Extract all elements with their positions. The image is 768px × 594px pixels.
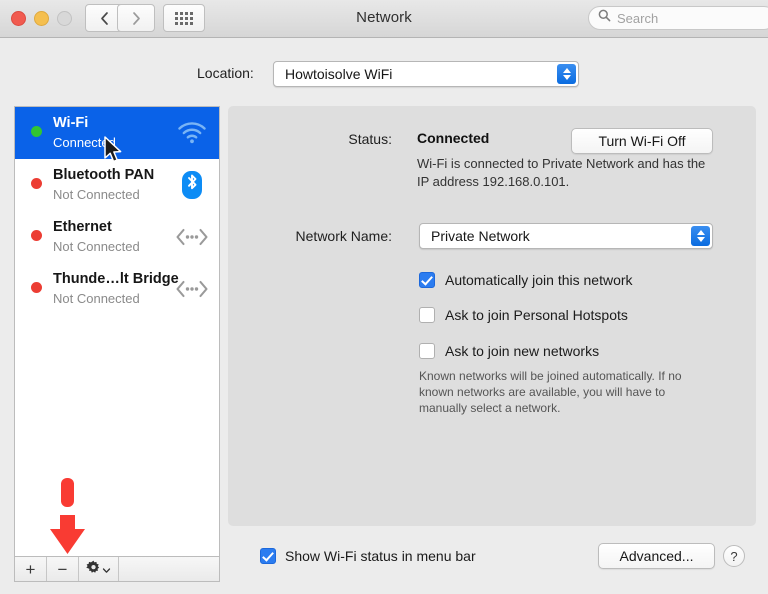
checkbox-box[interactable] [419, 343, 435, 359]
checkbox-box[interactable] [260, 548, 276, 564]
interface-actions-button[interactable] [79, 557, 119, 581]
help-button[interactable]: ? [723, 545, 745, 567]
status-dot [31, 178, 42, 189]
checkbox-box[interactable] [419, 307, 435, 323]
location-stepper-arrows-icon[interactable] [557, 64, 576, 84]
thunderbolt-icon [175, 272, 209, 306]
checkbox-show-wifi-status[interactable]: Show Wi-Fi status in menu bar [260, 548, 476, 564]
chevron-down-icon [102, 561, 111, 578]
status-dot [31, 230, 42, 241]
status-dot [31, 282, 42, 293]
interface-status: Not Connected [53, 187, 140, 202]
location-value: Howtoisolve WiFi [285, 66, 393, 82]
status-dot [31, 126, 42, 137]
network-name-stepper-arrows-icon[interactable] [691, 226, 710, 246]
interface-status: Not Connected [53, 291, 140, 306]
sidebar-item-wifi[interactable]: Wi-Fi Connected [15, 107, 219, 159]
checkbox-automatically-join[interactable]: Automatically join this network [419, 272, 633, 288]
location-dropdown[interactable]: Howtoisolve WiFi [273, 61, 579, 87]
sidebar-item-thunderbolt-bridge[interactable]: Thunde…lt Bridge Not Connected [15, 263, 219, 315]
remove-interface-button[interactable]: − [47, 557, 79, 581]
interface-status: Not Connected [53, 239, 140, 254]
interface-name: Wi-Fi [53, 115, 89, 131]
ethernet-icon [175, 220, 209, 254]
add-interface-button[interactable]: + [15, 557, 47, 581]
interface-name: Bluetooth PAN [53, 167, 155, 183]
interface-list-toolbar: + − [14, 556, 220, 582]
search-placeholder: Search [617, 10, 659, 26]
gear-icon [86, 560, 101, 578]
search-field[interactable]: Search [588, 6, 768, 30]
wifi-icon [175, 116, 209, 150]
network-name-label: Network Name: [295, 228, 392, 244]
checkbox-label: Ask to join new networks [445, 343, 600, 359]
toolbar-filler [119, 557, 219, 581]
location-label: Location: [197, 65, 254, 81]
interface-name: Thunde…lt Bridge [53, 271, 179, 287]
network-name-dropdown[interactable]: Private Network [419, 223, 713, 249]
checkbox-label: Ask to join Personal Hotspots [445, 307, 628, 323]
status-value: Connected [417, 130, 490, 146]
sidebar-item-bluetooth-pan[interactable]: Bluetooth PAN Not Connected [15, 159, 219, 211]
known-networks-note: Known networks will be joined automatica… [419, 369, 682, 415]
advanced-button[interactable]: Advanced... [598, 543, 715, 569]
status-label: Status: [348, 131, 392, 147]
checkbox-ask-personal-hotspots[interactable]: Ask to join Personal Hotspots [419, 307, 628, 323]
checkbox-box[interactable] [419, 272, 435, 288]
checkbox-label: Automatically join this network [445, 272, 633, 288]
sidebar-item-ethernet[interactable]: Ethernet Not Connected [15, 211, 219, 263]
checkbox-ask-new-networks[interactable]: Ask to join new networks [419, 343, 599, 359]
status-description: Wi-Fi is connected to Private Network an… [417, 156, 706, 189]
title-bar: Network Search [0, 0, 768, 38]
bluetooth-icon [175, 168, 209, 202]
search-icon [598, 9, 611, 27]
turn-wifi-off-button[interactable]: Turn Wi-Fi Off [571, 128, 713, 154]
checkbox-label: Show Wi-Fi status in menu bar [285, 548, 476, 564]
interface-status: Connected [53, 135, 116, 150]
network-preferences-window: Network Search Location: Howtoisolve WiF… [0, 0, 768, 594]
network-name-value: Private Network [431, 228, 530, 244]
interface-list[interactable]: Wi-Fi Connected Bluetooth PAN Not Connec… [14, 106, 220, 556]
interface-name: Ethernet [53, 219, 112, 235]
